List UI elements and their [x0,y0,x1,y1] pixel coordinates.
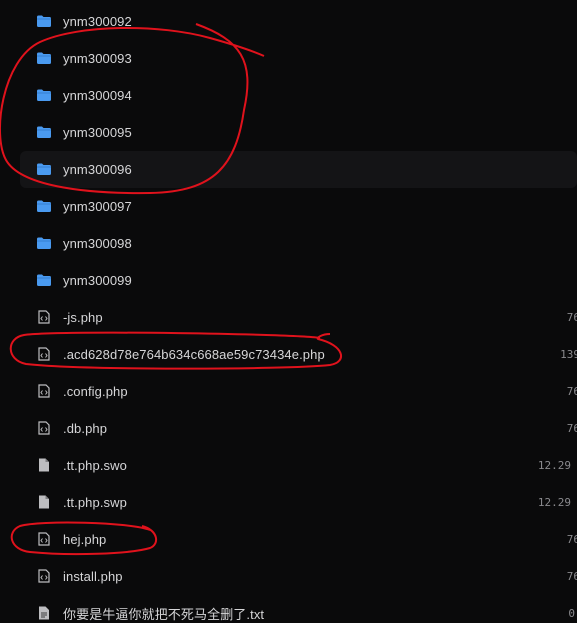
list-item-file[interactable]: 你要是牛逼你就把不死马全删了.txt 0 [0,595,577,623]
list-item-folder[interactable]: ynm300093 [0,40,577,77]
file-name: ynm300096 [63,162,132,177]
file-name: hej.php [63,532,107,547]
file-name: .tt.php.swo [63,458,127,473]
list-item-folder[interactable]: ynm300096 [20,151,577,188]
list-item-file[interactable]: .config.php 76 [0,373,577,410]
folder-icon [37,236,51,250]
list-item-file[interactable]: install.php 76 [0,558,577,595]
file-list: ynm300092 ynm300093 ynm300094 ynm300095 … [0,0,577,623]
document-icon [37,606,51,620]
list-item-folder[interactable]: ynm300092 [0,3,577,40]
code-file-icon [37,347,51,361]
file-size: 76 [566,533,577,546]
folder-icon [37,199,51,213]
list-item-folder[interactable]: ynm300097 [0,188,577,225]
file-name: ynm300094 [63,88,132,103]
list-item-file[interactable]: .db.php 76 [0,410,577,447]
code-file-icon [37,421,51,435]
file-name: .tt.php.swp [63,495,127,510]
text-file-icon [37,495,51,509]
list-item-file[interactable]: .acd628d78e764b634c668ae59c73434e.php 13… [0,336,577,373]
list-item-folder[interactable]: ynm300095 [0,114,577,151]
folder-icon [37,14,51,28]
list-item-file[interactable]: .tt.php.swo 12.29 [0,447,577,484]
file-name: .db.php [63,421,108,436]
folder-icon [37,88,51,102]
file-name: ynm300097 [63,199,132,214]
file-size: 76 [566,570,577,583]
file-name: ynm300098 [63,236,132,251]
list-item-file[interactable]: .tt.php.swp 12.29 [0,484,577,521]
list-item-folder[interactable]: ynm300099 [0,262,577,299]
file-size: 139 [560,348,577,361]
file-name: .config.php [63,384,128,399]
list-item-folder[interactable]: ynm300098 [0,225,577,262]
text-file-icon [37,458,51,472]
file-name: ynm300095 [63,125,132,140]
list-item-file[interactable]: -js.php 76 [0,299,577,336]
list-item-folder[interactable]: ynm300094 [0,77,577,114]
code-file-icon [37,310,51,324]
code-file-icon [37,569,51,583]
folder-icon [37,162,51,176]
code-file-icon [37,532,51,546]
file-name: -js.php [63,310,103,325]
file-name: ynm300099 [63,273,132,288]
folder-icon [37,125,51,139]
file-size: 76 [566,385,577,398]
file-size: 12.29 [537,459,571,472]
folder-icon [37,273,51,287]
file-size: 12.29 [537,496,571,509]
code-file-icon [37,384,51,398]
file-size: 76 [566,311,577,324]
file-name: ynm300093 [63,51,132,66]
file-name: 你要是牛逼你就把不死马全删了.txt [63,607,265,622]
folder-icon [37,51,51,65]
list-item-file[interactable]: hej.php 76 [0,521,577,558]
file-size: 0 [568,607,575,620]
file-size: 76 [566,422,577,435]
file-name: .acd628d78e764b634c668ae59c73434e.php [63,347,325,362]
file-name: ynm300092 [63,14,132,29]
file-name: install.php [63,569,123,584]
